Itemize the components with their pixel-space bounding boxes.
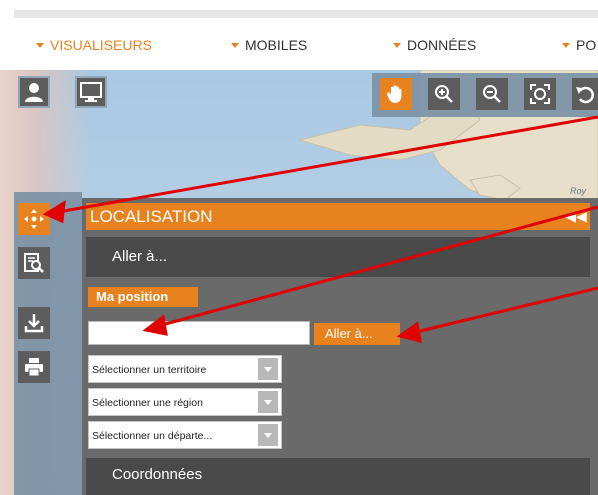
- annotation-arrowhead: [42, 200, 66, 224]
- annotation-arrows: [42, 115, 598, 344]
- annotation-arrowhead: [396, 321, 422, 344]
- annotation-arrow: [411, 286, 598, 335]
- annotation-arrow: [157, 205, 598, 328]
- annotation-arrow: [57, 115, 598, 214]
- annotation-arrowhead: [142, 314, 168, 336]
